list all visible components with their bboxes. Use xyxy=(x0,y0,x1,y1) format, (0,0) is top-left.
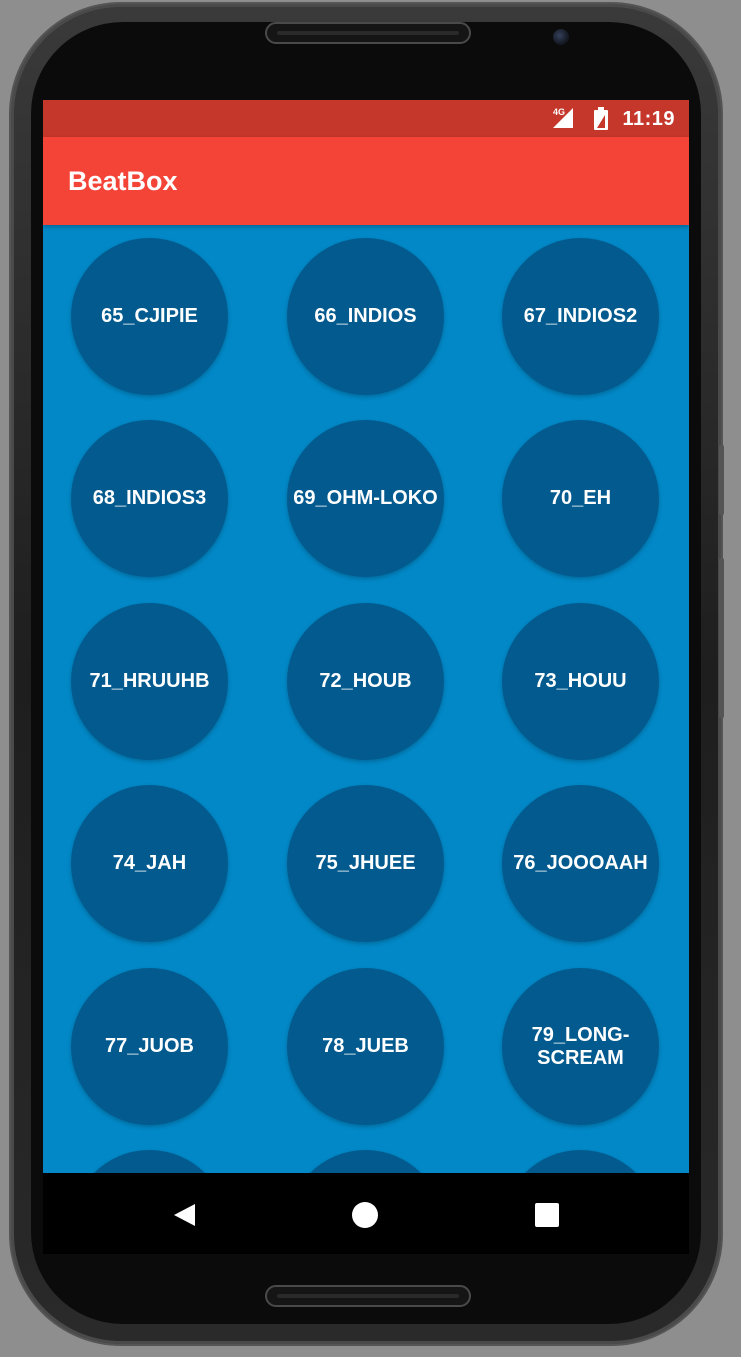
bottom-speaker xyxy=(265,1285,471,1307)
sound-button[interactable]: 74_JAH xyxy=(71,785,228,942)
sound-button[interactable]: 70_EH xyxy=(502,420,659,577)
sound-button[interactable]: 72_HOUB xyxy=(287,603,444,760)
battery-icon xyxy=(594,107,608,130)
signal-icon xyxy=(553,108,573,128)
back-icon[interactable] xyxy=(165,1195,205,1235)
navigation-bar xyxy=(43,1173,689,1254)
volume-button xyxy=(719,445,724,515)
sound-button[interactable]: 78_JUEB xyxy=(287,968,444,1125)
sound-button[interactable]: 73_HOUU xyxy=(502,603,659,760)
sound-grid[interactable]: 65_CJIPIE 66_INDIOS 67_INDIOS2 68_INDIOS… xyxy=(43,225,689,1254)
sound-button[interactable]: 68_INDIOS3 xyxy=(71,420,228,577)
sound-button[interactable]: 77_JUOB xyxy=(71,968,228,1125)
top-speaker xyxy=(265,22,471,44)
screen: 4G 11:19 BeatBox 65_CJIPIE 66_INDIOS 67_… xyxy=(43,100,689,1254)
sound-button[interactable]: 75_JHUEE xyxy=(287,785,444,942)
front-camera xyxy=(553,29,569,45)
app-title: BeatBox xyxy=(68,166,178,196)
app-bar: BeatBox xyxy=(43,137,689,225)
sound-button[interactable]: 69_OHM-LOKO xyxy=(287,420,444,577)
status-bar: 4G 11:19 xyxy=(43,100,689,137)
sound-button[interactable]: 71_HRUUHB xyxy=(71,603,228,760)
sound-button[interactable]: 76_JOOOAAH xyxy=(502,785,659,942)
sound-button[interactable]: 79_LONG-SCREAM xyxy=(502,968,659,1125)
home-icon[interactable] xyxy=(345,1195,385,1235)
sound-button[interactable]: 65_CJIPIE xyxy=(71,238,228,395)
status-time: 11:19 xyxy=(622,108,675,130)
sound-button[interactable]: 66_INDIOS xyxy=(287,238,444,395)
power-button xyxy=(719,558,724,718)
sound-button[interactable]: 67_INDIOS2 xyxy=(502,238,659,395)
recents-icon[interactable] xyxy=(527,1195,567,1235)
